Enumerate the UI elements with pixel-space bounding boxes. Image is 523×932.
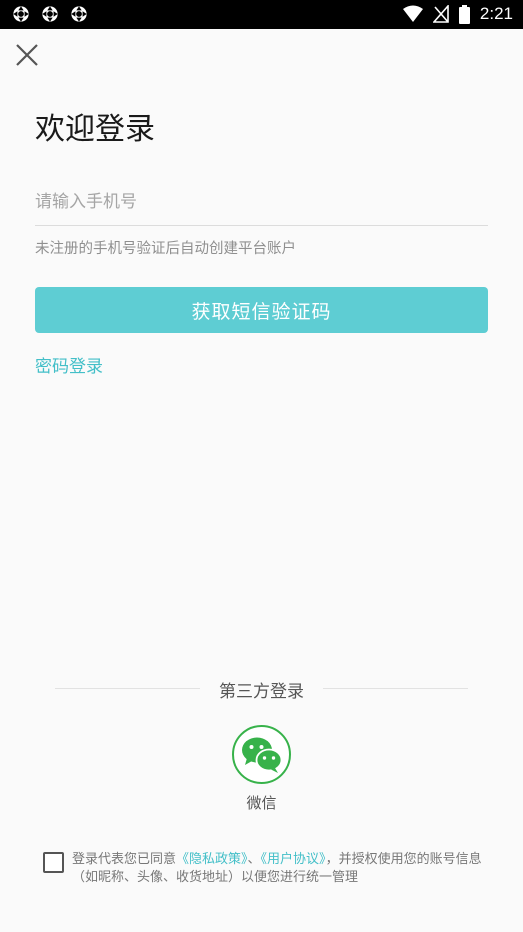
privacy-policy-link[interactable]: 《隐私政策》: [176, 852, 248, 867]
agreement-prefix: 登录代表您已同意: [72, 852, 177, 867]
battery-icon: [458, 4, 470, 24]
user-agreement-link[interactable]: 《用户协议》: [261, 852, 326, 867]
registration-hint: 未注册的手机号验证后自动创建平台账户: [35, 241, 296, 257]
status-notifications: [12, 5, 88, 23]
status-system-icons: 2:21: [402, 4, 513, 24]
app-notification-icon: [71, 6, 87, 22]
wifi-icon: [402, 5, 423, 22]
agreement-text: 登录代表您已同意《隐私政策》、《用户协议》，并授权使用您的账号信息（如昵称、头像…: [72, 851, 487, 887]
page-title: 欢迎登录: [35, 112, 155, 147]
phone-number-input[interactable]: [35, 178, 488, 226]
divider-right: [323, 688, 468, 689]
wechat-label: 微信: [246, 794, 277, 812]
agreement-checkbox[interactable]: [43, 852, 64, 873]
no-signal-icon: [432, 5, 449, 23]
get-sms-code-button[interactable]: 获取短信验证码: [35, 287, 488, 333]
close-icon[interactable]: [14, 42, 40, 68]
third-party-login-title: 第三方登录: [219, 682, 304, 702]
status-bar: 2:21: [0, 0, 523, 29]
agreement-separator: 、: [247, 852, 261, 867]
password-login-link[interactable]: 密码登录: [35, 352, 103, 377]
status-time: 2:21: [479, 4, 513, 23]
app-notification-icon: [13, 6, 29, 22]
app-notification-icon: [42, 6, 58, 22]
wechat-icon: [241, 737, 282, 773]
wechat-login-button[interactable]: [232, 725, 291, 784]
